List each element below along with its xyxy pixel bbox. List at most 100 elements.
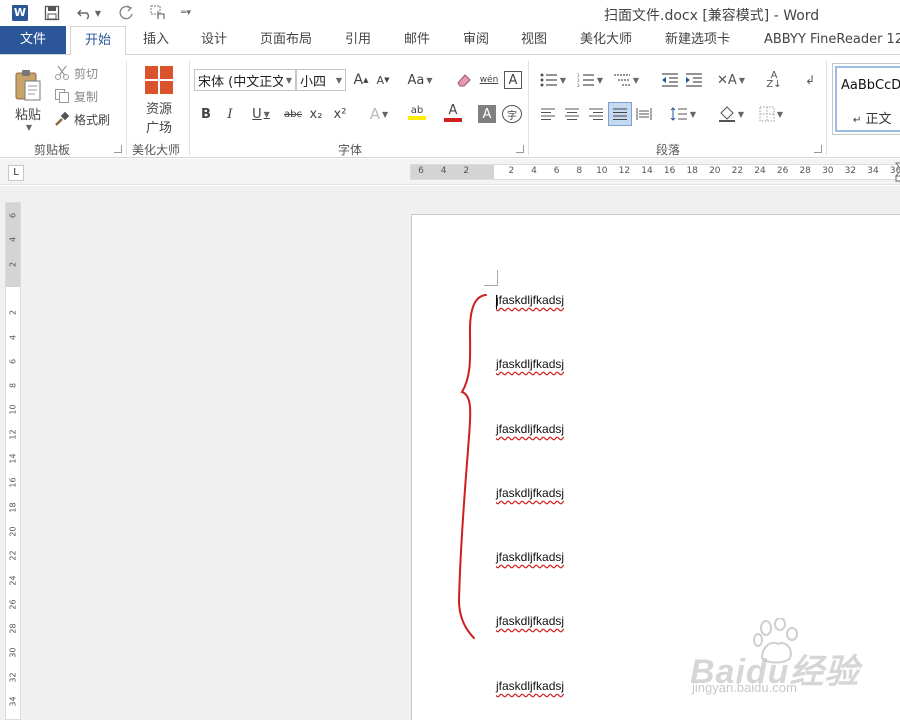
character-border-button[interactable]: A [504, 71, 522, 89]
ruler-tick-label: 16 [663, 166, 676, 176]
align-left-button[interactable] [538, 103, 558, 125]
superscript-button[interactable]: x² [332, 103, 348, 125]
decrease-indent-button[interactable] [660, 69, 680, 91]
undo-button[interactable]: ▼ [74, 3, 104, 23]
sort-button[interactable]: A Z↓ [764, 69, 784, 91]
tab-home[interactable]: 开始 [70, 26, 126, 55]
ruler-tick-label: 16 [8, 477, 18, 488]
tab-review[interactable]: 审阅 [463, 26, 489, 54]
borders-button[interactable]: ▼ [754, 103, 788, 125]
multilevel-list-button[interactable]: ▼ [610, 69, 642, 91]
phonetic-guide-button[interactable]: wén [478, 69, 500, 91]
document-line[interactable]: jfaskdljfkadsj [496, 293, 564, 307]
tab-file[interactable]: 文件 [0, 26, 66, 54]
tab-abbyy[interactable]: ABBYY FineReader 12 [764, 26, 900, 54]
ruler-tick-label: 24 [754, 166, 766, 176]
tab-view[interactable]: 视图 [521, 26, 547, 54]
ruler-tick-label: 32 [844, 166, 857, 176]
align-center-icon [565, 108, 579, 120]
format-painter-button[interactable]: 格式刷 [54, 109, 110, 129]
copy-icon [55, 89, 69, 103]
chinese-layout-button[interactable]: ✕A ▼ [716, 69, 746, 91]
tab-new[interactable]: 新建选项卡 [665, 26, 730, 54]
change-case-button[interactable]: Aa ▼ [404, 69, 436, 91]
bold-button[interactable]: B [198, 103, 214, 125]
cut-label: 剪切 [74, 66, 99, 81]
chevron-down-icon: ▼ [382, 109, 389, 119]
italic-icon: I [227, 106, 233, 122]
chevron-down-icon: ▼ [737, 109, 745, 119]
vertical-ruler[interactable]: 6 4 2 2 4 6 8 10 12 14 16 18 20 22 24 26 28 30 32 34 [5, 202, 21, 720]
bullets-button[interactable]: ▼ [538, 69, 568, 91]
ruler-tick-label: 2 [8, 261, 18, 267]
tab-stop-selector[interactable]: L [8, 165, 24, 181]
paste-button[interactable]: 粘贴 ▼ [8, 63, 48, 137]
ruler-tick-label: 20 [8, 526, 18, 537]
line-spacing-button[interactable]: ▼ [666, 103, 700, 125]
bold-icon: B [201, 106, 211, 122]
ribbon: 粘贴 ▼ 剪切 复制 格式刷 剪贴板 资源 广场 美化大师 宋体 (中文正文) … [0, 54, 900, 158]
font-color-button[interactable]: A [438, 101, 468, 123]
align-center-button[interactable] [562, 103, 582, 125]
paragraph-launcher-icon[interactable] [814, 145, 822, 153]
tab-layout[interactable]: 页面布局 [260, 26, 312, 54]
redo-button[interactable] [116, 3, 136, 23]
character-shading-button[interactable]: A [478, 105, 496, 123]
clear-formatting-button[interactable] [454, 69, 474, 91]
horizontal-ruler[interactable]: 6 4 2 2 4 6 8 10 12 14 16 18 20 22 24 26 28 30 32 34 36 [410, 162, 900, 182]
style-normal-preview: AaBbCcD [841, 78, 900, 93]
document-line[interactable]: jfaskdljfkadsj [496, 422, 564, 436]
chevron-down-icon: ▼ [776, 109, 784, 119]
format-painter-label: 格式刷 [74, 112, 111, 127]
touch-mode-button[interactable] [148, 3, 170, 23]
cut-button[interactable]: 剪切 [54, 63, 98, 83]
align-right-button[interactable] [586, 103, 606, 125]
italic-button[interactable]: I [222, 103, 238, 125]
text-effects-button[interactable]: A ▼ [364, 103, 394, 125]
touch-mode-icon [150, 5, 165, 19]
document-line[interactable]: jfaskdljfkadsj [496, 550, 564, 564]
show-marks-button[interactable]: ↲ [800, 69, 820, 91]
chevron-down-icon: ▼ [738, 75, 745, 85]
font-size-select[interactable]: 小四 ▼ [296, 69, 346, 91]
document-line[interactable]: jfaskdljfkadsj [496, 614, 564, 628]
document-line[interactable]: jfaskdljfkadsj [496, 357, 564, 371]
resource-label-2: 广场 [145, 120, 172, 136]
enclose-characters-button[interactable]: 字 [502, 105, 522, 123]
clipboard-launcher-icon[interactable] [114, 145, 122, 153]
ruler-tick-label: 22 [8, 550, 18, 561]
undo-icon [76, 9, 89, 20]
subscript-button[interactable]: x₂ [308, 103, 324, 125]
save-button[interactable] [42, 3, 62, 23]
ruler-row: L 6 4 2 2 4 6 8 10 12 14 16 18 20 22 24 26 28 30 32 34 36 [0, 159, 900, 185]
resource-square-button[interactable]: 资源 广场 [136, 63, 182, 137]
numbering-button[interactable]: 123 ▼ [574, 69, 606, 91]
document-line[interactable]: jfaskdljfkadsj [496, 486, 564, 500]
font-launcher-icon[interactable] [516, 145, 524, 153]
copy-button[interactable]: 复制 [54, 86, 98, 106]
highlight-button[interactable]: ab [400, 101, 434, 123]
font-name-select[interactable]: 宋体 (中文正文) ▼ [194, 69, 296, 91]
decrease-indent-icon [662, 73, 678, 87]
justify-button[interactable] [608, 102, 632, 126]
shading-button[interactable]: ▼ [714, 103, 748, 125]
shrink-font-button[interactable]: A ▼ [374, 69, 392, 91]
tab-insert[interactable]: 插入 [143, 26, 169, 54]
tab-design[interactable]: 设计 [201, 26, 227, 54]
paint-bucket-icon [718, 106, 735, 122]
increase-indent-button[interactable] [684, 69, 704, 91]
tab-beautify[interactable]: 美化大师 [580, 26, 632, 54]
style-normal-button[interactable]: AaBbCcD ↵ 正文 [835, 66, 900, 132]
grow-font-button[interactable]: A ▲ [352, 69, 370, 91]
tab-references[interactable]: 引用 [345, 26, 371, 54]
strikethrough-button[interactable]: abc [282, 103, 304, 125]
tab-mailings[interactable]: 邮件 [404, 26, 430, 54]
ruler-tick-label: 26 [8, 599, 18, 610]
underline-button[interactable]: U ▼ [246, 103, 276, 125]
document-line[interactable]: jfaskdljfkadsj [496, 679, 564, 693]
word-icon[interactable]: W [10, 3, 30, 23]
ruler-tick-label: 4 [531, 166, 537, 176]
font-name-value: 宋体 (中文正文) [198, 74, 283, 90]
customize-quick-access-button[interactable]: ═▾ [180, 3, 192, 23]
distributed-button[interactable] [634, 103, 654, 125]
